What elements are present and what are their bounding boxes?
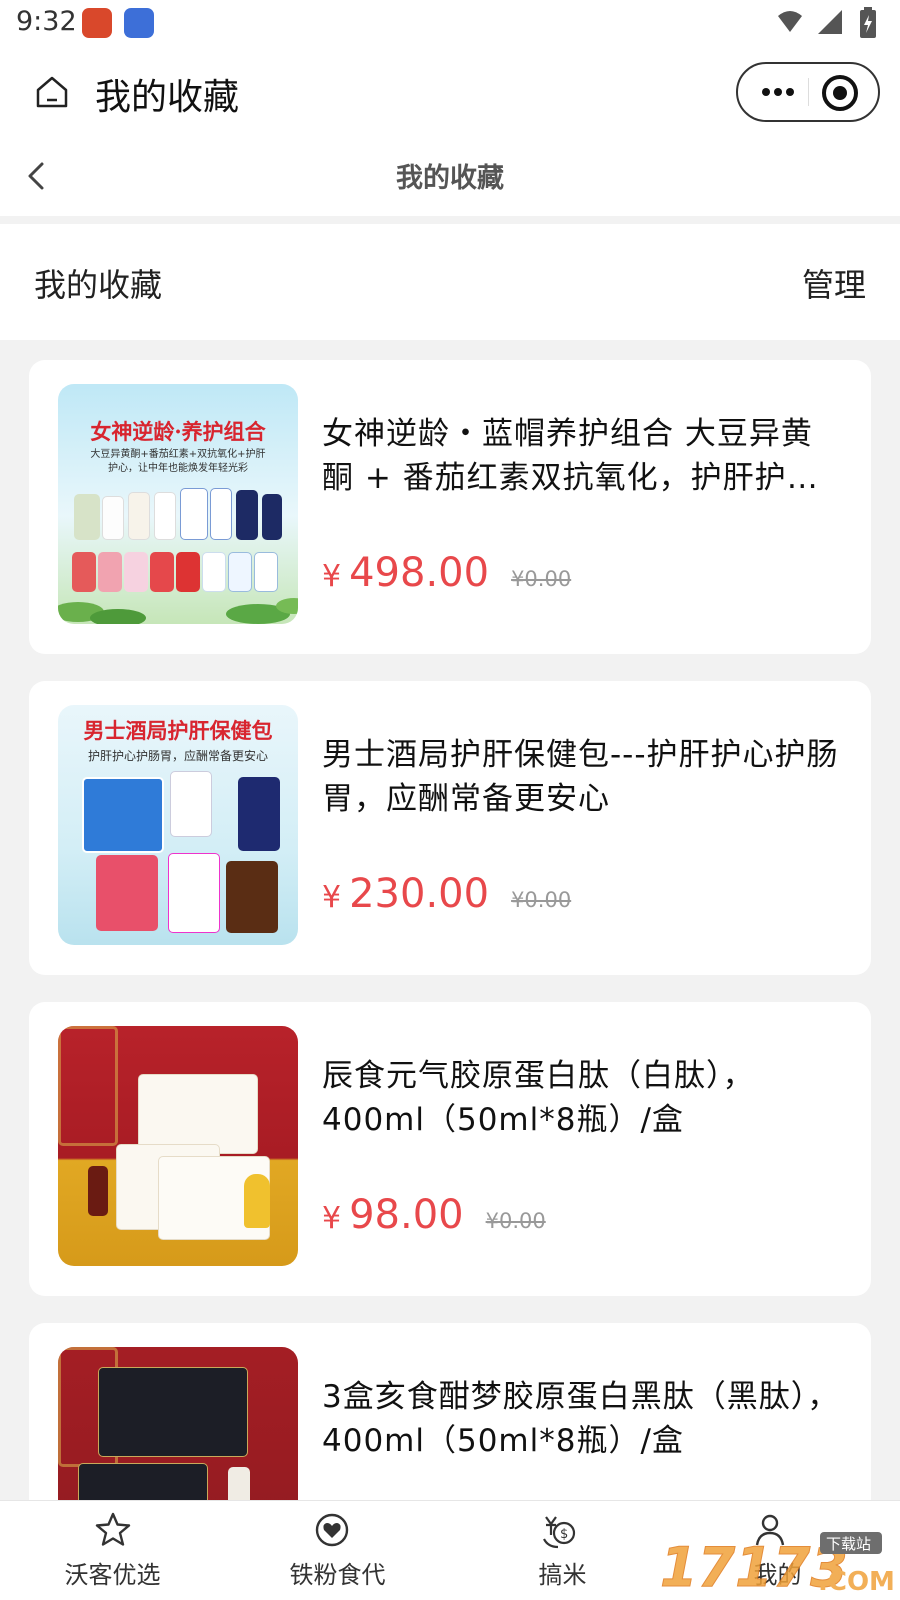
page-title: 我的收藏 bbox=[396, 163, 504, 194]
section-title: 我的收藏 bbox=[34, 266, 163, 304]
svg-text:下载站: 下载站 bbox=[826, 1535, 871, 1553]
manage-button[interactable]: 管理 bbox=[802, 260, 866, 306]
product-bottle bbox=[96, 855, 158, 931]
lattice-decoration bbox=[58, 1026, 118, 1146]
tab-woke-youxuan[interactable]: 沃客优选 bbox=[0, 1501, 225, 1600]
currency-symbol: ¥ bbox=[322, 1201, 342, 1236]
price: 498.00 bbox=[349, 550, 490, 596]
currency-symbol: ¥ bbox=[322, 880, 342, 915]
product-bottle bbox=[102, 496, 124, 540]
product-image[interactable] bbox=[58, 1347, 298, 1500]
product-image[interactable] bbox=[58, 1026, 298, 1266]
product-bottle bbox=[262, 494, 282, 540]
product-name: 男士酒局护肝保健包---护肝护心护肠胃，应酬常备更安心 bbox=[322, 737, 839, 817]
product-box bbox=[138, 1074, 258, 1154]
page-nav-bar: 我的收藏 bbox=[0, 136, 900, 216]
product-bottle bbox=[154, 492, 176, 540]
product-bottle bbox=[228, 1467, 250, 1500]
product-name: 3盒亥食酣梦胶原蛋白黑肽（黑肽），400ml（50ml*8瓶）/盒 bbox=[322, 1379, 840, 1459]
tab-label: 沃客优选 bbox=[64, 1561, 161, 1589]
product-name: 辰食元气胶原蛋白肽（白肽），400ml（50ml*8瓶）/盒 bbox=[322, 1058, 755, 1138]
product-box bbox=[210, 488, 232, 540]
weibo-app-icon bbox=[82, 8, 112, 38]
original-price: ¥0.00 bbox=[485, 1209, 546, 1233]
image-title: 女神逆龄·养护组合 bbox=[90, 419, 266, 444]
status-bar: 9:32 bbox=[0, 0, 900, 48]
image-subtitle: 护肝护心护肠胃，应酬常备更安心 bbox=[87, 749, 268, 763]
product-bottle bbox=[170, 771, 212, 837]
product-bottle bbox=[226, 861, 278, 933]
goblet-decoration bbox=[244, 1174, 270, 1228]
product-box bbox=[74, 494, 100, 540]
capsule-divider bbox=[808, 78, 809, 106]
more-icon[interactable] bbox=[760, 80, 796, 104]
product-bottle bbox=[128, 492, 150, 540]
money-exchange-icon: $ bbox=[543, 1516, 576, 1549]
app-title: 我的收藏 bbox=[95, 77, 240, 118]
price: 98.00 bbox=[349, 1192, 464, 1238]
home-icon[interactable] bbox=[34, 74, 70, 110]
product-card[interactable]: 男士酒局护肝保健包 护肝护心护肠胃，应酬常备更安心 男士酒局护肝保健包---护肝… bbox=[29, 681, 871, 975]
price-row: ¥ 498.00 ¥0.00 bbox=[322, 550, 571, 600]
close-miniprogram-icon[interactable] bbox=[820, 73, 860, 113]
status-time: 9:32 bbox=[16, 6, 77, 37]
product-box bbox=[98, 1367, 248, 1457]
product-box bbox=[180, 488, 208, 540]
original-price: ¥0.00 bbox=[511, 567, 572, 591]
svg-text:$: $ bbox=[560, 1527, 568, 1542]
signal-battery-icon bbox=[778, 7, 876, 38]
product-card[interactable]: 辰食元气胶原蛋白肽（白肽），400ml（50ml*8瓶）/盒 ¥ 98.00 ¥… bbox=[29, 1002, 871, 1296]
price: 230.00 bbox=[349, 871, 490, 917]
image-subtitle: 大豆异黄酮+番茄红素+双抗氧化+护肝护心，让中年也能焕发年轻光彩 bbox=[90, 449, 266, 474]
currency-symbol: ¥ bbox=[322, 559, 342, 594]
price-row: ¥ 230.00 ¥0.00 bbox=[322, 871, 571, 921]
original-price: ¥0.00 bbox=[511, 888, 572, 912]
product-box bbox=[82, 777, 164, 853]
favorites-list: 女神逆龄·养护组合 大豆异黄酮+番茄红素+双抗氧化+护肝护心，让中年也能焕发年轻… bbox=[29, 360, 871, 1500]
product-bottle bbox=[88, 1166, 108, 1216]
notification-app-icon bbox=[124, 8, 154, 38]
tab-tiefen-shidai[interactable]: 铁粉食代 bbox=[225, 1501, 450, 1600]
image-title: 男士酒局护肝保健包 bbox=[83, 719, 273, 743]
product-card[interactable]: 女神逆龄·养护组合 大豆异黄酮+番茄红素+双抗氧化+护肝护心，让中年也能焕发年轻… bbox=[29, 360, 871, 654]
product-name: 女神逆龄・蓝帽养护组合 大豆异黄酮 + 番茄红素双抗氧化，护肝护心，让中年也能焕… bbox=[322, 416, 813, 496]
product-box bbox=[78, 1463, 208, 1500]
product-bottle bbox=[238, 777, 280, 851]
star-icon bbox=[95, 1512, 131, 1546]
product-bottle bbox=[168, 853, 220, 933]
tab-label: 搞米 bbox=[538, 1561, 587, 1589]
product-image[interactable]: 男士酒局护肝保健包 护肝护心护肠胃，应酬常备更安心 bbox=[58, 705, 298, 945]
site-watermark-logo: 17173 下载站 .COM bbox=[660, 1532, 895, 1596]
capsule-menu[interactable] bbox=[736, 62, 880, 122]
tab-label: 铁粉食代 bbox=[289, 1561, 386, 1589]
product-card[interactable]: 3盒亥食酣梦胶原蛋白黑肽（黑肽），400ml（50ml*8瓶）/盒 ¥ bbox=[29, 1323, 871, 1500]
product-image[interactable]: 女神逆龄·养护组合 大豆异黄酮+番茄红素+双抗氧化+护肝护心，让中年也能焕发年轻… bbox=[58, 384, 298, 624]
price-row: ¥ 98.00 ¥0.00 bbox=[322, 1192, 546, 1242]
product-bottle bbox=[236, 490, 258, 540]
favorites-header: 我的收藏 管理 bbox=[0, 224, 900, 340]
app-title-bar: 我的收藏 bbox=[0, 48, 900, 136]
leaf-decoration bbox=[58, 598, 298, 624]
heart-icon bbox=[315, 1513, 349, 1547]
svg-text:.COM: .COM bbox=[818, 1567, 895, 1596]
tab-gaomi[interactable]: $ 搞米 bbox=[450, 1501, 675, 1600]
